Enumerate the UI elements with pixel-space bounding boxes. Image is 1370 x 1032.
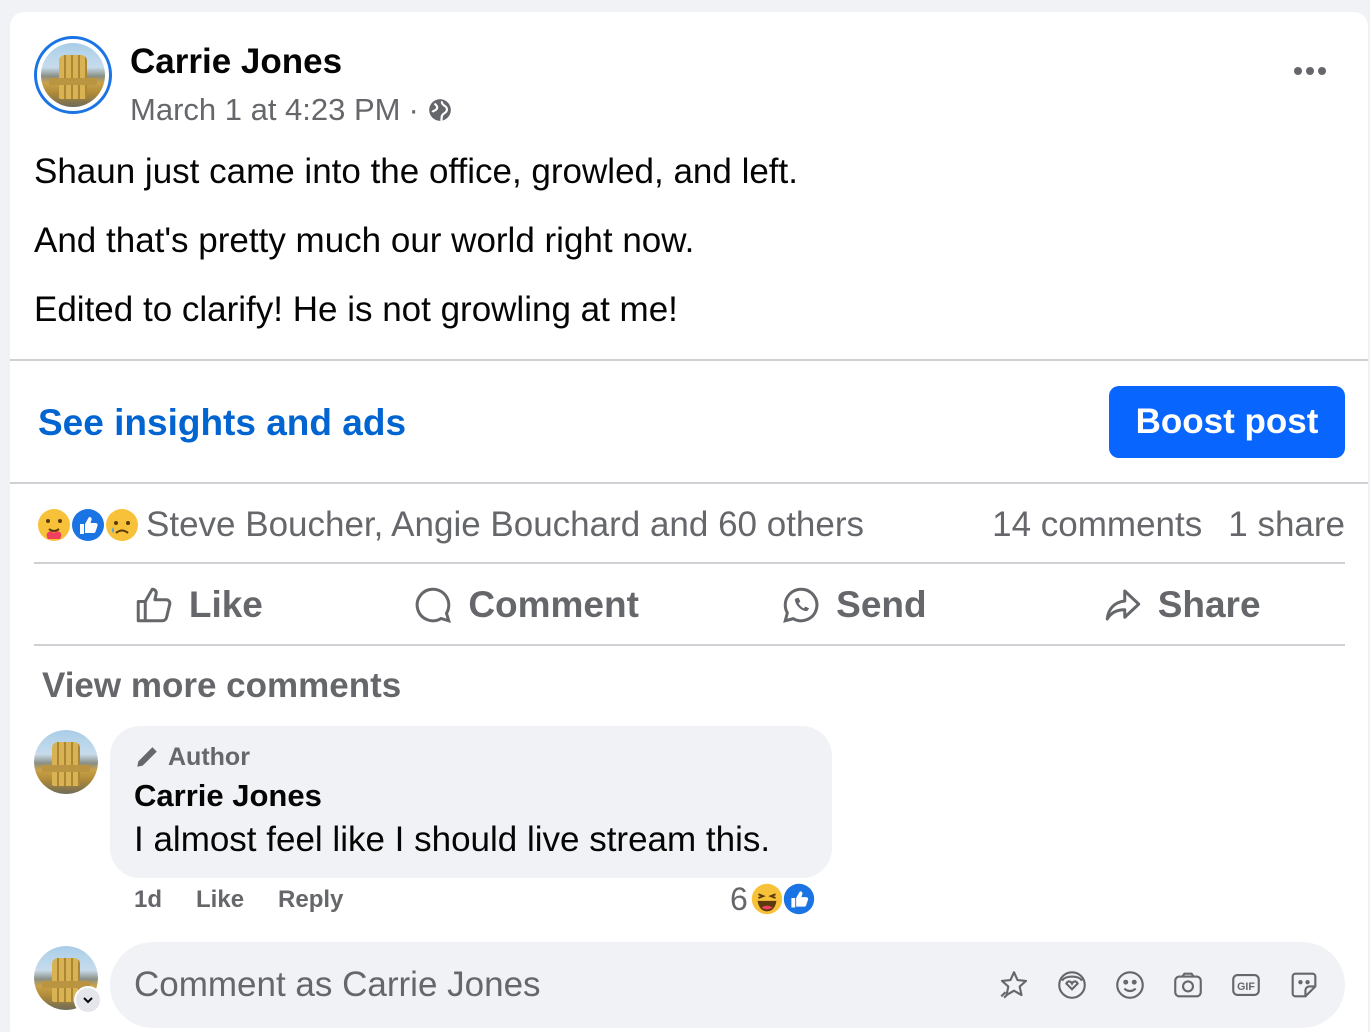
emoji-icon[interactable] [1113, 968, 1147, 1002]
meta-separator: · [408, 92, 419, 127]
post-paragraph: Shaun just came into the office, growled… [34, 152, 798, 191]
post-body: Shaun just came into the office, growled… [34, 152, 798, 359]
like-button[interactable]: Like [34, 584, 362, 626]
like-label: Like [188, 584, 263, 625]
reaction-icons[interactable] [34, 505, 140, 545]
composer-avatar[interactable] [34, 946, 102, 1014]
comment-reactions[interactable]: 6 [730, 880, 818, 918]
engagement-counts: 14 comments 1 share [992, 505, 1345, 545]
divider [34, 644, 1345, 646]
comment-bubble: Author Carrie Jones I almost feel like I… [110, 726, 832, 878]
gif-icon[interactable]: GIF [1229, 968, 1263, 1002]
see-insights-link[interactable]: See insights and ads [38, 402, 406, 444]
author-badge-label: Author [168, 742, 250, 771]
dot-icon [1306, 67, 1314, 75]
pencil-icon [137, 747, 157, 767]
avatar-image [41, 43, 105, 107]
comment-author-name[interactable]: Carrie Jones [134, 778, 808, 814]
post-timestamp[interactable]: March 1 at 4:23 PM [130, 92, 401, 128]
send-label: Send [836, 584, 927, 625]
comment-reaction-count: 6 [730, 880, 748, 917]
reactor-names[interactable]: Steve Boucher, Angie Bouchard and 60 oth… [146, 505, 864, 545]
divider [34, 562, 1345, 564]
profile-switch-badge[interactable] [74, 986, 102, 1014]
comment-like-link[interactable]: Like [196, 886, 244, 914]
more-options-button[interactable] [1288, 56, 1332, 86]
share-arrow-icon [1105, 589, 1140, 621]
camera-icon[interactable] [1171, 968, 1205, 1002]
composer-tools: GIF [997, 968, 1321, 1002]
post-meta: March 1 at 4:23 PM · [130, 92, 453, 128]
shares-count[interactable]: 1 share [1228, 505, 1345, 545]
comment-bubble-icon [416, 587, 452, 623]
comment-button[interactable]: Comment [362, 584, 690, 626]
globe-icon[interactable] [427, 97, 453, 123]
post-paragraph: Edited to clarify! He is not growling at… [34, 290, 678, 329]
thumbs-up-icon [136, 587, 172, 623]
chevron-down-icon [83, 997, 93, 1004]
comment-label: Comment [468, 584, 639, 625]
post-action-bar: Like Comment Send Share [34, 566, 1345, 644]
share-button[interactable]: Share [1017, 584, 1345, 626]
post-card: Carrie Jones March 1 at 4:23 PM · Shaun … [10, 12, 1368, 1032]
svg-text:GIF: GIF [1237, 981, 1255, 993]
whatsapp-icon [783, 587, 819, 623]
comment-composer: GIF [110, 942, 1345, 1028]
like-react-icon [781, 881, 816, 917]
reactions-summary: Steve Boucher, Angie Bouchard and 60 oth… [34, 502, 1345, 548]
divider [10, 359, 1368, 361]
share-label: Share [1157, 584, 1261, 625]
post-paragraph: And that's pretty much our world right n… [34, 221, 695, 260]
divider [10, 482, 1368, 484]
boost-post-button[interactable]: Boost post [1109, 386, 1345, 458]
comments-count[interactable]: 14 comments [992, 505, 1202, 545]
avatar-icon[interactable] [1055, 968, 1089, 1002]
sticker-icon[interactable] [1287, 968, 1321, 1002]
comment-age[interactable]: 1d [134, 886, 162, 914]
comment-input[interactable] [134, 965, 997, 1005]
view-more-comments-link[interactable]: View more comments [42, 666, 401, 706]
post-author-name[interactable]: Carrie Jones [130, 42, 342, 82]
sad-react-icon [104, 507, 140, 543]
dot-icon [1318, 67, 1326, 75]
author-badge: Author [134, 740, 808, 774]
send-button[interactable]: Send [690, 584, 1018, 626]
comment-actions: 1d Like Reply [134, 886, 343, 914]
comment-text: I almost feel like I should live stream … [134, 820, 771, 859]
avatar-image [34, 730, 98, 794]
avatar-sticker-icon[interactable] [997, 968, 1031, 1002]
author-avatar[interactable] [34, 36, 112, 114]
commenter-avatar[interactable] [34, 730, 98, 794]
dot-icon [1294, 67, 1302, 75]
comment-reply-link[interactable]: Reply [278, 886, 343, 914]
